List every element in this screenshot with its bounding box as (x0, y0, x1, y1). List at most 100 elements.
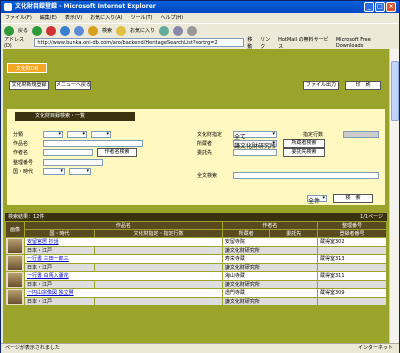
search-button[interactable]: 検 索 (333, 194, 373, 203)
title-input[interactable] (43, 140, 143, 147)
category-select-1[interactable] (43, 131, 63, 138)
col-designation: 文化財指定・指定行数 (94, 229, 223, 238)
back-icon[interactable] (4, 25, 14, 36)
menu-edit[interactable]: 編集(E) (40, 13, 57, 23)
menu-bar: ファイル(F) 編集(E) 表示(V) お気に入り(A) ツール(T) ヘルプ(… (1, 13, 399, 23)
row-owner: 海山寺蔵 (221, 271, 319, 281)
designation-label: 文化財指定 (197, 132, 223, 138)
link-downloads[interactable]: Microsoft Free Downloads (336, 37, 399, 49)
menu-favorites[interactable]: お気に入り(A) (90, 13, 122, 23)
print-button[interactable]: 印 刷 (345, 81, 381, 90)
author-search-button[interactable]: 作者名検索 (97, 148, 137, 157)
row-custodian: 謙文化財研究所 (221, 296, 319, 306)
col-custodian: 委託先 (269, 229, 318, 238)
row-owner: 安留寺院 (221, 237, 319, 247)
custodian-search-button[interactable]: 委託先検索 (283, 148, 325, 157)
author-input[interactable] (43, 149, 93, 156)
scroll-thumb[interactable] (391, 61, 399, 121)
era-select[interactable] (69, 168, 91, 175)
thumbnail[interactable] (5, 288, 25, 306)
row-custodian: 謙文化財研究所 (221, 279, 319, 289)
row-custodian: 謙文化財研究所 (221, 245, 319, 255)
row-era: 日本・江戸 (23, 262, 96, 272)
col-country-era: 国・時代 (23, 229, 96, 238)
status-bar: ページが表示されました インターネット (1, 343, 399, 353)
thumbnail[interactable] (5, 254, 25, 272)
result-bar: 検索結果：12件 1/1ページ (5, 213, 387, 221)
row-owner: 透門寺蔵 (221, 288, 319, 298)
home-icon[interactable] (74, 25, 85, 36)
category-select-2[interactable] (67, 131, 87, 138)
forward-icon[interactable] (32, 25, 43, 36)
menu-back-button[interactable]: メニューへ戻る (55, 81, 91, 90)
row-owner: 寿栄寺蔵 (221, 254, 319, 264)
search-icon[interactable] (88, 25, 99, 36)
link-hotmail[interactable]: HotMail の無料サービス (278, 36, 333, 50)
close-button[interactable]: × (386, 2, 396, 12)
row-collection-no: 蔵得室311 (317, 271, 387, 281)
category-label: 分類 (13, 132, 24, 138)
vertical-scrollbar[interactable] (389, 49, 399, 343)
row-title-link[interactable]: 一行書 三田一郎三 (27, 256, 69, 262)
table-row: 一行書 白馬入蘆花 海山寺蔵 蔵得室311 (5, 271, 387, 289)
new-register-button[interactable]: 文化財新規登録 (9, 81, 49, 90)
title-bar: 文化財目録登録 - Microsoft Internet Explorer _ … (1, 1, 399, 13)
row-collection-no: 蔵得室309 (317, 288, 387, 298)
address-input[interactable]: http://www.bunka.oni-db.com/aro/backend/… (34, 38, 245, 47)
row-era: 日本・江戸 (23, 296, 96, 306)
favorites-icon[interactable] (116, 25, 127, 36)
history-icon[interactable] (159, 25, 170, 36)
ie-icon (4, 3, 12, 11)
owner-label: 所蔵者 (197, 141, 213, 147)
app-header-tab[interactable]: 文化財DB (7, 63, 47, 73)
maximize-button[interactable]: □ (375, 2, 385, 12)
menu-tools[interactable]: ツール(T) (131, 13, 153, 23)
col-collection-no[interactable]: 整理番号 (317, 221, 387, 230)
sort-value: 全件 (308, 198, 321, 205)
col-author[interactable]: 作者名 (221, 221, 319, 230)
back-label[interactable]: 戻る (18, 27, 28, 34)
thumbnail[interactable] (5, 237, 25, 255)
window-title: 文化財目録登録 - Microsoft Internet Explorer (15, 3, 156, 10)
thumbnail[interactable] (5, 271, 25, 289)
record-count-input[interactable] (343, 131, 379, 138)
favorites-label[interactable]: お気に入り (130, 27, 155, 34)
table-row: 日本・江戸 謙文化財研究所 (6, 296, 387, 306)
print-icon[interactable] (187, 25, 198, 36)
result-count: 検索結果：12件 (8, 214, 45, 220)
owner-select[interactable]: 謙文化財研究所 (233, 140, 277, 150)
table-row: 一円山宗像図 独立賛 透門寺蔵 蔵得室309 (5, 288, 387, 306)
owner-search-button[interactable]: 所蔵者検索 (283, 139, 325, 148)
refresh-icon[interactable] (60, 25, 71, 36)
row-collection-no: 蔵得室313 (317, 254, 387, 264)
menu-view[interactable]: 表示(V) (65, 13, 82, 23)
designation-select[interactable]: 全て (233, 131, 277, 141)
minimize-button[interactable]: _ (364, 2, 374, 12)
go-button[interactable]: 移動 (247, 36, 257, 50)
row-custodian: 謙文化財研究所 (221, 262, 319, 272)
keyword-input[interactable] (233, 172, 379, 179)
menu-file[interactable]: ファイル(F) (5, 13, 32, 23)
collection-no-input[interactable] (43, 159, 103, 166)
col-title[interactable]: 作品名 (24, 221, 223, 230)
stop-icon[interactable] (46, 25, 57, 36)
row-title-link[interactable]: 安留宮居 抄話 (27, 239, 59, 245)
results-table: 画像 作品名 作者名 整理番号 国・時代 文化財指定・指定行数 所蔵者 委託先 … (5, 221, 387, 306)
author-label: 作者名 (13, 150, 29, 156)
browser-window: 文化財目録登録 - Microsoft Internet Explorer _ … (0, 0, 400, 353)
row-title-link[interactable]: 一円山宗像図 独立賛 (27, 290, 74, 296)
collection-no-label: 整理番号 (13, 160, 34, 166)
menu-help[interactable]: ヘルプ(H) (160, 13, 183, 23)
address-label: アドレス(D) (4, 37, 25, 49)
sort-select[interactable]: 全件 (307, 195, 327, 205)
keyword-label: 全文検索 (197, 173, 218, 179)
search-label[interactable]: 検索 (102, 27, 112, 34)
mail-icon[interactable] (173, 25, 184, 36)
form-title: 文化財目録検索・一覧 (15, 112, 135, 121)
country-era-label: 国・時代 (13, 169, 34, 175)
file-output-button[interactable]: ファイル出力 (303, 81, 339, 90)
row-title-link[interactable]: 一行書 白馬入蘆花 (27, 273, 69, 279)
country-select[interactable] (43, 168, 65, 175)
category-select-3[interactable] (91, 131, 111, 138)
custodian-input[interactable] (233, 149, 277, 156)
